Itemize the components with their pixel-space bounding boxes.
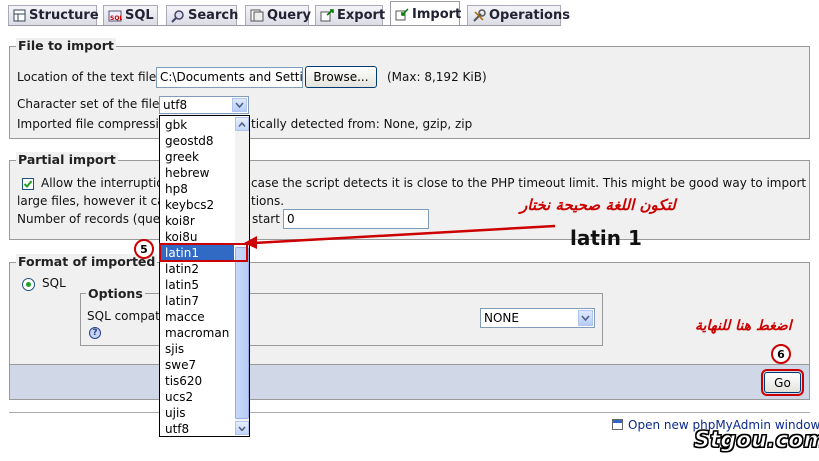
sql-compat-select[interactable]: NONE [480, 308, 595, 328]
charset-value: utf8 [163, 98, 188, 112]
charset-option-utf8[interactable]: utf8 [161, 421, 234, 437]
export-icon [320, 9, 334, 23]
compression-formats: tically detected from: None, gzip, zip [251, 117, 473, 131]
charset-select[interactable]: utf8 [159, 96, 249, 114]
query-icon [250, 9, 264, 23]
charset-option-sjis[interactable]: sjis [161, 341, 234, 357]
tab-label: Operations [489, 8, 570, 23]
charset-option-keybcs2[interactable]: keybcs2 [161, 197, 234, 213]
tab-label: Structure [29, 8, 99, 23]
arabic-press-note: اضغط هنا للنهاية [695, 318, 792, 334]
step-6-marker: 6 [771, 344, 791, 364]
tab-label: Export [337, 8, 386, 23]
charset-option-latin2[interactable]: latin2 [161, 261, 234, 277]
scroll-up-icon[interactable] [235, 117, 249, 131]
charset-option-latin5[interactable]: latin5 [161, 277, 234, 293]
sql-compat-value: NONE [484, 311, 519, 325]
compression-label: Imported file compressio [17, 117, 167, 131]
annotation-arrow [244, 224, 556, 249]
charset-option-swe7[interactable]: swe7 [161, 357, 234, 373]
tab-label: Search [188, 8, 239, 23]
tab-label: Query [267, 8, 312, 23]
large-files-text: large files, however it can [17, 194, 173, 208]
location-label: Location of the text file [17, 70, 157, 84]
sql-format-label: SQL [42, 276, 66, 290]
latin1-annotation: latin 1 [570, 226, 642, 250]
tab-label: Import [412, 6, 462, 22]
allow-interrupt-text: Allow the interruption [41, 176, 172, 190]
arabic-choose-note: لتكون اللغة صحيحة نختار [520, 196, 676, 214]
tab-operations[interactable]: Operations [467, 5, 570, 25]
charset-option-macroman[interactable]: macroman [161, 325, 234, 341]
go-button[interactable]: Go [761, 369, 804, 396]
charset-option-hp8[interactable]: hp8 [161, 181, 234, 197]
new-window-icon [612, 419, 623, 430]
charset-option-ujis[interactable]: ujis [161, 405, 234, 421]
operations-icon [472, 8, 486, 23]
charset-option-tis620[interactable]: tis620 [161, 373, 234, 389]
submit-bar [9, 364, 810, 400]
scroll-thumb[interactable] [235, 247, 249, 419]
help-glyph: ? [92, 328, 98, 338]
charset-option-ucs2[interactable]: ucs2 [161, 389, 234, 405]
search-icon [171, 9, 185, 23]
scroll-down-icon[interactable] [235, 421, 249, 435]
file-import-legend: File to import [16, 38, 116, 53]
dropdown-scrollbar[interactable] [235, 117, 249, 435]
browse-button[interactable]: Browse... [305, 66, 377, 88]
charset-option-koi8r[interactable]: koi8r [161, 213, 234, 229]
charset-option-gbk[interactable]: gbk [161, 117, 234, 133]
step-5-marker: 5 [134, 239, 154, 259]
max-size-note: (Max: 8,192 KiB) [387, 70, 487, 84]
tab-query[interactable]: Query [245, 5, 312, 25]
watermark: Stgou.com [693, 428, 819, 454]
file-path-input[interactable]: C:\Documents and Setti [156, 67, 303, 88]
tab-import[interactable]: Import [390, 1, 462, 26]
allow-interrupt-text-cont: case the script detects it is close to t… [251, 176, 807, 190]
bottom-divider [9, 412, 810, 413]
charset-option-geostd8[interactable]: geostd8 [161, 133, 234, 149]
charset-option-greek[interactable]: greek [161, 149, 234, 165]
sql-format-radio[interactable] [22, 278, 35, 291]
charset-option-hebrew[interactable]: hebrew [161, 165, 234, 181]
selection-highlight-box [159, 243, 248, 262]
options-legend: Options [86, 286, 145, 301]
records-label: Number of records (queri [17, 212, 169, 226]
tab-structure[interactable]: Structure [8, 5, 99, 25]
sql-icon: SQL [108, 9, 122, 23]
import-icon [395, 7, 409, 21]
tab-export[interactable]: Export [315, 5, 386, 25]
tab-search[interactable]: Search [166, 5, 239, 25]
chevron-down-icon[interactable] [232, 98, 247, 112]
tab-divider [8, 25, 561, 26]
allow-interrupt-checkbox[interactable] [22, 178, 34, 190]
charset-label: Character set of the file: [17, 97, 164, 111]
help-icon[interactable]: ? [89, 327, 101, 339]
svg-text:SQL: SQL [110, 15, 122, 22]
tab-label: SQL [125, 8, 154, 23]
tab-sql[interactable]: SQL SQL [103, 5, 158, 25]
sql-compat-label: SQL compat [87, 309, 160, 323]
file-path-value: C:\Documents and Setti [160, 70, 303, 84]
partial-import-legend: Partial import [16, 152, 118, 167]
charset-dropdown-list[interactable]: gbk geostd8 greek hebrew hp8 keybcs2 koi8r koi8… [159, 115, 250, 437]
chevron-down-icon[interactable] [578, 310, 593, 326]
structure-icon [13, 9, 26, 23]
charset-option-latin7[interactable]: latin7 [161, 293, 234, 309]
charset-option-macce[interactable]: macce [161, 309, 234, 325]
large-files-text-cont: tions. [251, 194, 285, 208]
